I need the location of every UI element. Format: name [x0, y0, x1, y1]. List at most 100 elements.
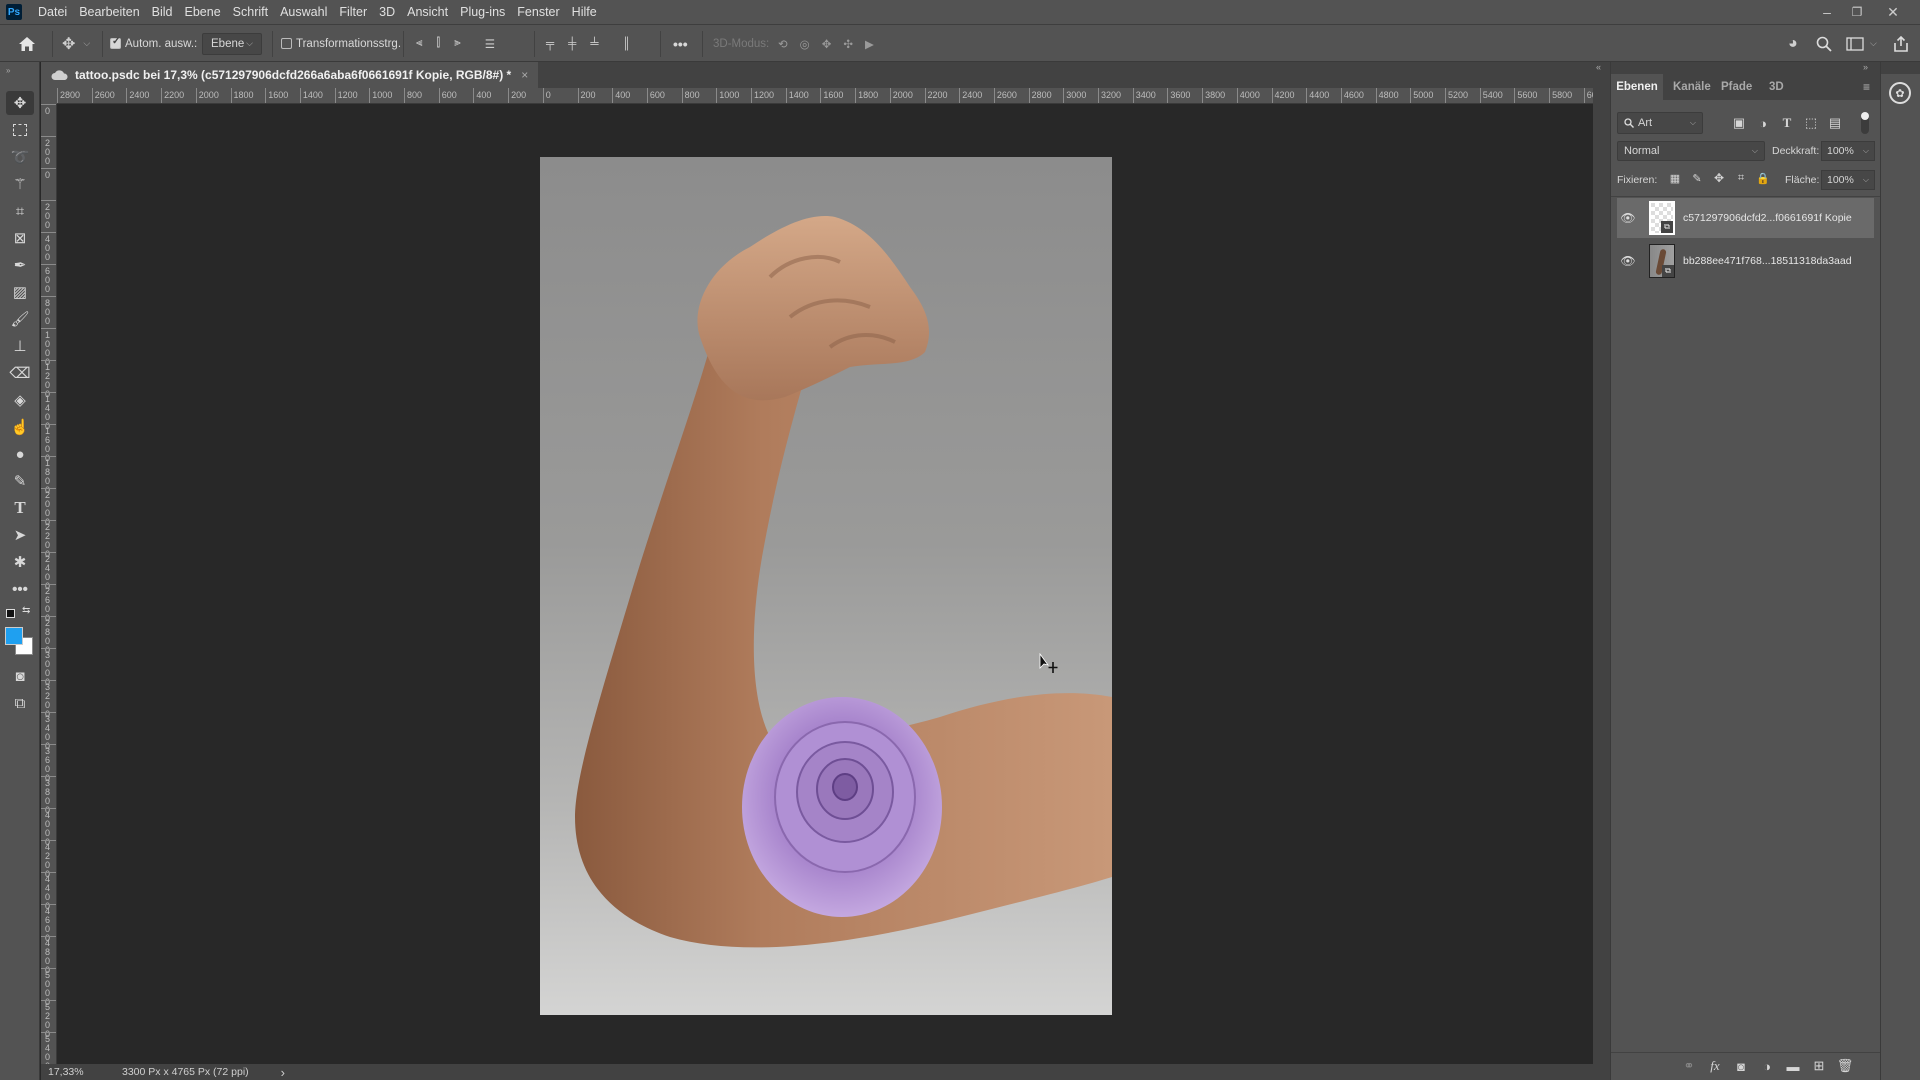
- path-selection-tool[interactable]: ➤: [6, 523, 34, 547]
- horizontal-ruler[interactable]: 2800 2600 2400 2200 2000 1800 1600 1400 1200 1000…: [57, 88, 1593, 104]
- menu-ebene[interactable]: Ebene: [179, 5, 227, 19]
- menu-ansicht[interactable]: Ansicht: [401, 5, 454, 19]
- lasso-tool[interactable]: ➰: [6, 145, 34, 169]
- filter-adjustment-layers-icon[interactable]: ◑: [1753, 112, 1773, 134]
- brush-tool[interactable]: 🖌: [6, 307, 34, 331]
- share-button[interactable]: [1893, 25, 1909, 62]
- auto-select-checkbox[interactable]: Autom. ausw.:: [110, 25, 197, 62]
- lock-transparent-pixels-icon[interactable]: ▦: [1665, 167, 1685, 189]
- healing-brush-tool[interactable]: ▨: [6, 280, 34, 304]
- link-layers-icon[interactable]: ⚭: [1679, 1055, 1699, 1077]
- layer-row[interactable]: 👁 ⧉ c571297906dcfd2...f0661691f Kopie: [1617, 198, 1874, 238]
- layer-row[interactable]: 👁 ⧉ bb288ee471f768...18511318da3aad: [1617, 241, 1874, 281]
- filter-smart-objects-icon[interactable]: ▤: [1825, 112, 1845, 134]
- canvas-image[interactable]: [540, 157, 1112, 1015]
- smudge-tool[interactable]: ☝: [6, 415, 34, 439]
- layer-name[interactable]: bb288ee471f768...18511318da3aad: [1683, 255, 1852, 267]
- menu-schrift[interactable]: Schrift: [227, 5, 274, 19]
- adjustment-layer-icon[interactable]: ◑: [1757, 1055, 1777, 1077]
- document-tab[interactable]: tattoo.psdc bei 17,3% (c571297906dcfd266…: [41, 62, 539, 88]
- menu-datei[interactable]: Datei: [32, 5, 73, 19]
- filter-pixel-layers-icon[interactable]: ▣: [1729, 112, 1749, 134]
- new-group-folder-icon[interactable]: ▬: [1783, 1055, 1803, 1077]
- custom-shape-tool[interactable]: ✱: [6, 550, 34, 574]
- tab-ebenen[interactable]: Ebenen: [1611, 74, 1663, 100]
- expand-panels-icon[interactable]: »: [1863, 62, 1868, 72]
- align-horizontal-centers-icon[interactable]: ⫿: [437, 37, 441, 50]
- visibility-eye-icon[interactable]: 👁: [1617, 254, 1639, 268]
- 3d-camera-icon[interactable]: ▶: [865, 37, 874, 51]
- visibility-eye-icon[interactable]: 👁: [1617, 211, 1639, 225]
- distribute-horizontal-icon[interactable]: ║: [622, 38, 630, 50]
- vertical-ruler[interactable]: 0 200 0 200 400 600 800 1000 1200 1400 1600 1800 200…: [41, 104, 57, 1064]
- align-left-edges-icon[interactable]: ⫷: [416, 37, 423, 50]
- 3d-pan-icon[interactable]: ✥: [822, 37, 832, 51]
- paint-bucket-tool[interactable]: ◈: [6, 388, 34, 412]
- close-window-button[interactable]: ✕: [1878, 0, 1908, 24]
- collapse-toolbar-icon[interactable]: »: [6, 66, 10, 75]
- magic-wand-tool[interactable]: ⚚: [6, 172, 34, 196]
- lock-artboard-icon[interactable]: ⌗: [1731, 167, 1751, 189]
- move-tool[interactable]: ✥: [6, 91, 34, 115]
- eyedropper-tool[interactable]: ✒: [6, 253, 34, 277]
- 3d-slide-icon[interactable]: ✣: [843, 37, 853, 51]
- minimize-button[interactable]: –: [1812, 0, 1842, 24]
- 3d-roll-icon[interactable]: ◎: [800, 37, 810, 51]
- menu-fenster[interactable]: Fenster: [511, 5, 565, 19]
- zoom-level[interactable]: 17,33%: [48, 1066, 108, 1078]
- close-document-button[interactable]: ×: [521, 68, 528, 82]
- menu-filter[interactable]: Filter: [333, 5, 373, 19]
- foreground-color-swatch[interactable]: [5, 627, 23, 645]
- menu-3d[interactable]: 3D: [373, 5, 401, 19]
- distribute-vertical-icon[interactable]: ☰: [485, 37, 495, 51]
- lock-all-icon[interactable]: 🔒: [1753, 167, 1773, 189]
- menu-bild[interactable]: Bild: [146, 5, 179, 19]
- add-mask-icon[interactable]: ◙: [1731, 1055, 1751, 1077]
- ruler-origin[interactable]: [41, 88, 57, 104]
- quick-mask-button[interactable]: ◙: [6, 664, 34, 688]
- learn-panel-icon[interactable]: ✿: [1889, 82, 1911, 104]
- align-top-edges-icon[interactable]: ╤: [546, 38, 554, 50]
- lock-image-pixels-icon[interactable]: ✎: [1687, 167, 1707, 189]
- new-layer-icon[interactable]: ⊞: [1809, 1055, 1829, 1077]
- eraser-tool[interactable]: ⌫: [6, 361, 34, 385]
- lock-position-icon[interactable]: ✥: [1709, 167, 1729, 189]
- align-vertical-centers-icon[interactable]: ╪: [568, 38, 576, 50]
- workspace-button[interactable]: ⌵: [1846, 25, 1877, 62]
- tab-3d[interactable]: 3D: [1769, 74, 1784, 100]
- collapse-panels-icon[interactable]: «: [1596, 62, 1601, 72]
- screen-mode-button[interactable]: ⧉: [6, 691, 34, 715]
- align-bottom-edges-icon[interactable]: ╧: [590, 38, 598, 50]
- status-menu-arrow[interactable]: ›: [281, 1065, 285, 1080]
- home-button[interactable]: [18, 25, 36, 62]
- edit-toolbar-button[interactable]: •••: [6, 577, 34, 601]
- menu-hilfe[interactable]: Hilfe: [566, 5, 603, 19]
- frame-tool[interactable]: ⊠: [6, 226, 34, 250]
- type-tool[interactable]: T: [6, 496, 34, 520]
- swap-colors-icon[interactable]: ⇆: [22, 605, 30, 616]
- panel-menu-icon[interactable]: ≡: [1863, 74, 1870, 100]
- auto-select-target-dropdown[interactable]: Ebene ⌵: [202, 25, 262, 62]
- more-options-button[interactable]: •••: [673, 25, 688, 62]
- rectangular-marquee-tool[interactable]: [6, 118, 34, 142]
- pen-tool[interactable]: ✎: [6, 469, 34, 493]
- menu-bearbeiten[interactable]: Bearbeiten: [73, 5, 145, 19]
- blend-mode-dropdown[interactable]: Normal ⌵: [1617, 141, 1765, 161]
- filter-toggle[interactable]: [1861, 112, 1869, 134]
- tab-pfade[interactable]: Pfade: [1721, 74, 1752, 100]
- clone-stamp-tool[interactable]: ⊥: [6, 334, 34, 358]
- menu-auswahl[interactable]: Auswahl: [274, 5, 333, 19]
- layer-name[interactable]: c571297906dcfd2...f0661691f Kopie: [1683, 212, 1852, 224]
- transform-controls-checkbox[interactable]: Transformationsstrg.: [281, 25, 401, 62]
- default-colors-icon[interactable]: [6, 609, 15, 618]
- layer-filter-dropdown[interactable]: Art ⌵: [1617, 112, 1703, 134]
- crop-tool[interactable]: ⌗: [6, 199, 34, 223]
- restore-button[interactable]: ❐: [1842, 0, 1872, 24]
- filter-shape-layers-icon[interactable]: ⬚: [1801, 112, 1821, 134]
- move-tool-preset-picker[interactable]: ✥ ⌵: [62, 25, 90, 62]
- align-right-edges-icon[interactable]: ⫸: [454, 37, 461, 50]
- opacity-input[interactable]: 100% ⌵: [1821, 141, 1875, 161]
- 3d-orbit-icon[interactable]: ⟲: [778, 37, 788, 51]
- menu-plugins[interactable]: Plug-ins: [454, 5, 511, 19]
- share-user-button[interactable]: ◕: [1788, 25, 1798, 62]
